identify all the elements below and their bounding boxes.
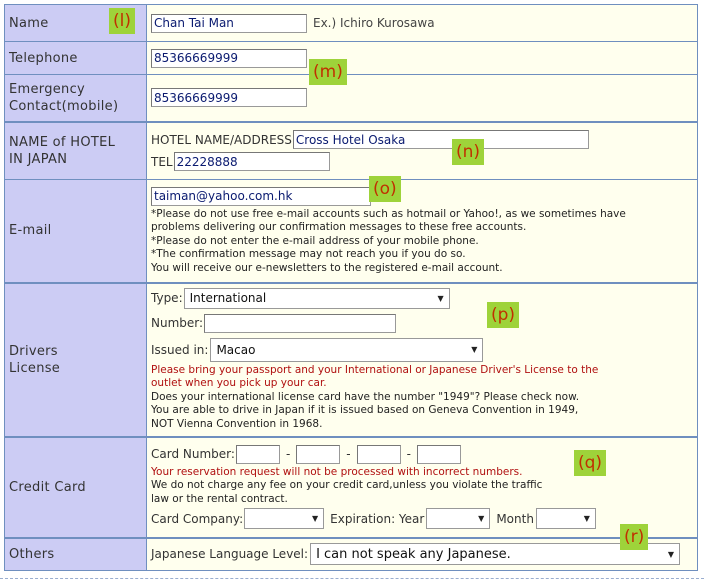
email-note-5: You will receive our e-newsletters to th… xyxy=(151,261,503,274)
name-input[interactable] xyxy=(151,13,307,33)
emergency-label-line1: Emergency xyxy=(9,81,86,97)
card-company-select[interactable]: ▼ xyxy=(244,508,325,530)
license-type-value: International xyxy=(189,291,267,306)
marker-p: (p) xyxy=(487,301,520,328)
license-label-line2: License xyxy=(9,360,61,376)
hotel-name-label: HOTEL NAME/ADDRESS xyxy=(151,132,292,147)
card-number-dash-1: - xyxy=(285,447,291,462)
license-type-label: Type: xyxy=(151,291,183,306)
chevron-down-icon: ▼ xyxy=(478,514,485,524)
card-number-part-4[interactable] xyxy=(416,444,461,464)
card-company-label: Card Company: xyxy=(151,511,244,526)
license-issued-select[interactable]: Macao ▼ xyxy=(210,337,484,362)
email-note-2: problems delivering our confirmation mes… xyxy=(151,221,527,233)
expiration-year-label: Expiration: Year xyxy=(330,511,425,526)
license-info-2: You are able to drive in Japan if it is … xyxy=(151,404,579,417)
emergency-cell: (m) xyxy=(146,59,698,122)
license-number-label: Number: xyxy=(151,316,204,331)
hotel-label-line1: NAME of HOTEL xyxy=(9,134,116,150)
hotel-label: NAME of HOTEL IN JAPAN xyxy=(4,120,147,180)
chevron-down-icon: ▼ xyxy=(437,293,444,303)
telephone-input[interactable] xyxy=(151,48,307,68)
page-bottom-divider xyxy=(0,578,704,579)
marker-n: (n) xyxy=(452,138,485,165)
email-note-3: *Please do not enter the e-mail address … xyxy=(151,234,479,247)
marker-o: (o) xyxy=(369,176,401,202)
card-number-dash-3: - xyxy=(406,447,411,462)
license-number-input[interactable] xyxy=(204,313,397,333)
telephone-cell xyxy=(146,41,698,75)
credit-cell: Card Number: - - - Your reservation requ… xyxy=(146,435,698,538)
emergency-input[interactable] xyxy=(151,88,307,108)
license-type-select[interactable]: International ▼ xyxy=(183,287,450,309)
name-example: Ex.) Ichiro Kurosawa xyxy=(313,16,435,30)
telephone-label: Telephone xyxy=(4,41,147,75)
chevron-down-icon: ▼ xyxy=(471,345,478,355)
language-level-label: Japanese Language Level: xyxy=(151,547,309,562)
card-number-label: Card Number: xyxy=(151,447,235,462)
chevron-down-icon: ▼ xyxy=(667,549,675,559)
email-cell: *Please do not use free e-mail accounts … xyxy=(146,176,698,283)
emergency-label-line2: Contact(mobile) xyxy=(9,98,119,114)
expiration-month-select[interactable]: ▼ xyxy=(535,508,596,530)
card-number-part-2[interactable] xyxy=(296,444,341,464)
expiration-year-select[interactable]: ▼ xyxy=(426,508,491,530)
emergency-label: Emergency Contact(mobile) xyxy=(4,74,147,122)
marker-r: (r) xyxy=(620,523,649,550)
marker-l: (l) xyxy=(109,8,135,34)
license-warning-1: Please bring your passport and your Inte… xyxy=(151,363,599,376)
reservation-form: Name Ex.) Ichiro Kurosawa (l) Telephone … xyxy=(4,4,698,571)
others-cell: Japanese Language Level: I can not speak… xyxy=(146,523,698,571)
marker-q: (q) xyxy=(574,449,607,476)
chevron-down-icon: ▼ xyxy=(312,514,319,524)
marker-m: (m) xyxy=(309,59,347,85)
hotel-name-input[interactable] xyxy=(292,130,589,150)
credit-info-1: We do not charge any fee on your credit … xyxy=(151,479,543,492)
credit-warning: Your reservation request will not be pro… xyxy=(151,465,523,478)
card-number-part-1[interactable] xyxy=(235,444,280,464)
license-issued-value: Macao xyxy=(216,342,256,357)
chevron-down-icon: ▼ xyxy=(583,514,590,524)
credit-info-2: law or the rental contract. xyxy=(151,492,288,505)
license-issued-label: Issued in: xyxy=(151,342,209,357)
hotel-cell: HOTEL NAME/ADDRESS TEL (n) xyxy=(146,120,698,180)
credit-label: Credit Card xyxy=(4,435,147,538)
hotel-tel-input[interactable] xyxy=(173,152,330,172)
expiration-month-label: Month xyxy=(496,511,534,526)
email-note-1: *Please do not use free e-mail accounts … xyxy=(151,207,626,220)
name-cell: Ex.) Ichiro Kurosawa (l) xyxy=(109,4,698,42)
license-label: Drivers License xyxy=(4,281,147,437)
card-number-dash-2: - xyxy=(346,447,351,462)
license-cell: Type: International ▼ Number: Issued in:… xyxy=(146,281,698,437)
email-note-4: *The confirmation message may not reach … xyxy=(151,248,466,260)
hotel-label-line2: IN JAPAN xyxy=(9,151,68,167)
license-label-line1: Drivers xyxy=(9,343,58,359)
card-number-part-3[interactable] xyxy=(356,444,401,464)
hotel-tel-label: TEL xyxy=(151,154,173,169)
license-info-3: NOT Vienna Convention in 1968. xyxy=(151,417,323,430)
email-input[interactable] xyxy=(151,186,371,206)
email-label: E-mail xyxy=(4,179,147,283)
license-info-1: Does your international license card hav… xyxy=(151,390,580,403)
language-level-value: I can not speak any Japanese. xyxy=(316,546,511,562)
license-warning-2: outlet when you pick up your car. xyxy=(151,377,327,390)
others-label: Others xyxy=(4,536,147,571)
